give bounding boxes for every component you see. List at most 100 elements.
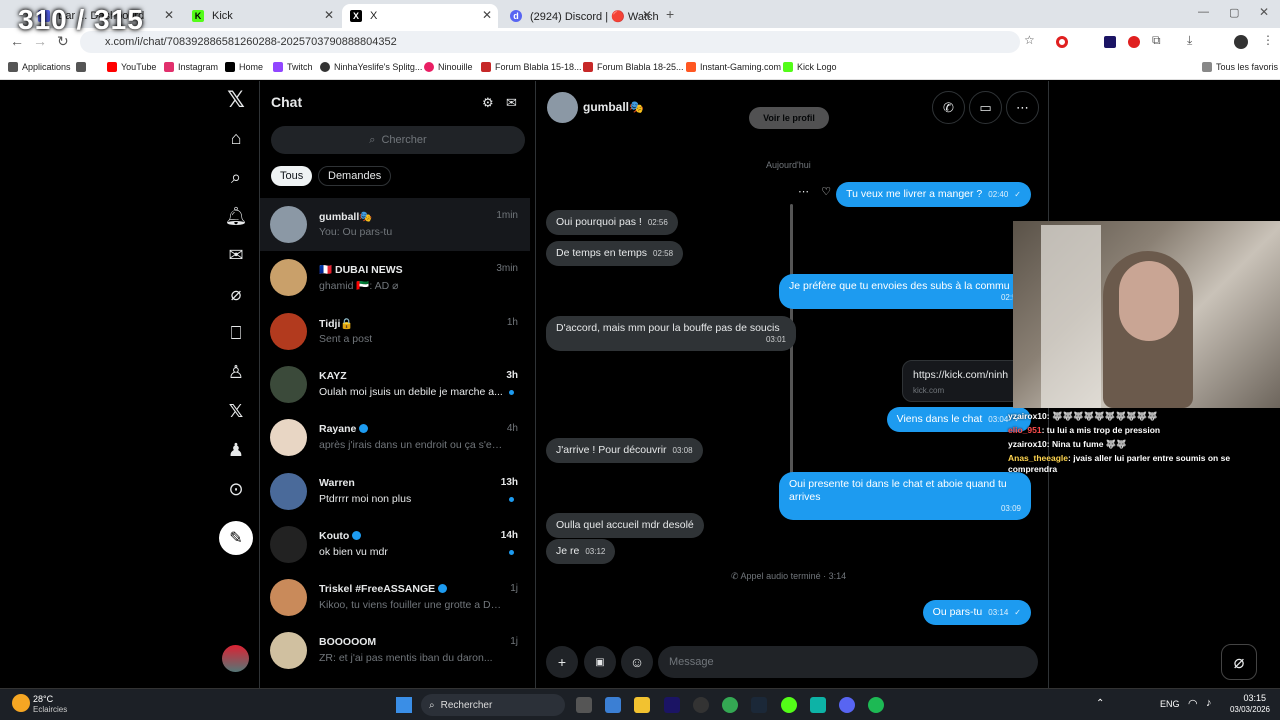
contact-name[interactable]: gumball🎭 bbox=[583, 100, 644, 114]
clock-time[interactable]: 03:15 bbox=[1226, 693, 1266, 703]
more-circle-icon[interactable]: ⊙ bbox=[224, 477, 248, 501]
bookmarks-icon[interactable]: ⎕ bbox=[224, 321, 248, 345]
bookmark-item[interactable]: Forum Blabla 15-18... bbox=[481, 62, 582, 72]
account-avatar[interactable] bbox=[222, 645, 249, 672]
bookmark-item[interactable]: Forum Blabla 18-25... bbox=[583, 62, 684, 72]
sent-message[interactable]: Ou pars-tu 03:14 ✓ bbox=[922, 600, 1031, 625]
task-view-icon[interactable] bbox=[576, 697, 592, 713]
conversation-row[interactable]: Warren 13h Ptdrrrr moi non plus bbox=[260, 465, 530, 518]
conversation-row[interactable]: Rayane 4h après j'irais dans un endroit ou… bbox=[260, 411, 530, 464]
emoji-button[interactable]: ☺ bbox=[621, 646, 653, 678]
windows-start-icon[interactable] bbox=[396, 697, 412, 713]
received-message[interactable]: D'accord, mais mm pour la bouffe pas de … bbox=[546, 316, 796, 351]
sent-message[interactable]: Je préfère que tu envoies des subs à la … bbox=[779, 274, 1031, 309]
browser-tab-discord[interactable]: d (2924) Discord | 🔴 Watchparty... ✕ bbox=[502, 4, 658, 28]
extension-icon[interactable] bbox=[1128, 36, 1140, 48]
maximize-button[interactable]: ▢ bbox=[1229, 6, 1239, 19]
sent-message[interactable]: Oui presente toi dans le chat et aboie q… bbox=[779, 472, 1031, 520]
close-icon[interactable]: ✕ bbox=[482, 8, 492, 22]
bookmark-item[interactable]: Home bbox=[225, 62, 263, 72]
react-icon[interactable]: ♡ bbox=[821, 186, 831, 198]
conversation-row[interactable]: BOOOOOM 1j ZR: et j'ai pas mentis iban du … bbox=[260, 624, 530, 677]
filter-all-tab[interactable]: Tous bbox=[271, 166, 313, 186]
url-input[interactable]: x.com/i/chat/708392886581260288-20257037… bbox=[80, 31, 1020, 53]
more-options-icon[interactable]: ⋯ bbox=[798, 186, 809, 198]
download-icon[interactable]: ⤓ bbox=[1187, 33, 1192, 48]
add-attachment-button[interactable]: + bbox=[546, 646, 578, 678]
obs-icon[interactable] bbox=[693, 697, 709, 713]
received-message[interactable]: Je re 03:12 bbox=[546, 539, 616, 564]
bookmark-item[interactable]: Twitch bbox=[273, 62, 313, 72]
minimize-button[interactable]: — bbox=[1198, 6, 1209, 18]
star-icon[interactable]: ☆ bbox=[1024, 33, 1035, 47]
bookmark-item[interactable]: Kick Logo bbox=[783, 62, 837, 72]
bookmark-item[interactable]: NinhaYeslife's Splitg... bbox=[320, 62, 422, 72]
bookmark-item[interactable]: Applications bbox=[8, 62, 71, 72]
message-input[interactable]: Message bbox=[658, 646, 1038, 678]
video-call-icon[interactable]: ▭ bbox=[969, 91, 1002, 124]
bookmark-item[interactable]: Ninouille bbox=[424, 62, 473, 72]
puzzle-icon[interactable]: ⧉ bbox=[1152, 33, 1161, 48]
browser-tab-kick[interactable]: K Kick ✕ bbox=[184, 4, 340, 28]
close-icon[interactable]: ✕ bbox=[324, 8, 334, 22]
phone-call-icon[interactable]: ✆ bbox=[932, 91, 965, 124]
search-icon[interactable]: ⌕ bbox=[224, 165, 248, 189]
sent-message[interactable]: Tu veux me livrer a manger ? 02:40 ✓ bbox=[836, 182, 1031, 207]
profile-avatar[interactable] bbox=[1234, 35, 1248, 49]
received-message[interactable]: Oulla quel accueil mdr desolé bbox=[546, 513, 704, 538]
file-explorer-icon[interactable] bbox=[634, 697, 650, 713]
close-icon[interactable]: ✕ bbox=[642, 8, 652, 22]
conversation-row[interactable]: 🇫🇷 DUBAI NEWS 3min ghamid 🇦🇪: AD ⌀ bbox=[260, 251, 530, 304]
bookmark-item[interactable]: YouTube bbox=[107, 62, 156, 72]
close-window-button[interactable]: ✕ bbox=[1259, 5, 1269, 19]
conversation-row[interactable]: Tidji🔒 1h Sent a post bbox=[260, 305, 530, 358]
opera-extension-icon[interactable] bbox=[1056, 36, 1068, 48]
message-actions[interactable]: ⋯ ♡ bbox=[798, 185, 831, 198]
browser-tab-x[interactable]: X X ✕ bbox=[342, 4, 498, 28]
conversation-row[interactable]: gumball🎭 1min You: Ou pars-tu bbox=[260, 198, 530, 251]
kick-icon[interactable] bbox=[781, 697, 797, 713]
jobs-icon[interactable]: ♙ bbox=[224, 360, 248, 384]
new-tab-button[interactable]: + bbox=[666, 6, 674, 22]
weather-icon[interactable] bbox=[12, 694, 30, 712]
spotify-icon[interactable] bbox=[868, 697, 884, 713]
view-profile-button[interactable]: Voir le profil bbox=[749, 107, 829, 129]
compose-post-button[interactable]: ✎ bbox=[219, 521, 253, 555]
filter-requests-tab[interactable]: Demandes bbox=[318, 166, 392, 186]
grok-floating-icon[interactable]: ⌀ bbox=[1221, 644, 1257, 680]
conversation-row[interactable]: KAYZ 3h Oulah moi jsuis un debile je march… bbox=[260, 358, 530, 411]
profile-person-icon[interactable]: ♟ bbox=[224, 438, 248, 462]
premium-x-icon[interactable]: 𝕏 bbox=[224, 399, 248, 423]
discord-icon[interactable] bbox=[839, 697, 855, 713]
conversation-row[interactable]: Kouto 14h ok bien vu mdr bbox=[260, 518, 530, 571]
language-indicator[interactable]: ENG bbox=[1160, 699, 1180, 709]
messages-envelope-icon[interactable]: ✉ bbox=[224, 243, 248, 267]
received-message[interactable]: Oui pourquoi pas ! 02:56 bbox=[546, 210, 678, 235]
gif-button[interactable]: ▣ bbox=[584, 646, 616, 678]
close-icon[interactable]: ✕ bbox=[164, 8, 174, 22]
contact-avatar[interactable] bbox=[547, 92, 578, 123]
home-icon[interactable]: ⌂ bbox=[224, 126, 248, 150]
grok-icon[interactable]: ⌀ bbox=[224, 282, 248, 306]
streamlabs-icon[interactable] bbox=[810, 697, 826, 713]
all-bookmarks[interactable]: Tous les favoris bbox=[1202, 62, 1278, 72]
speaker-icon[interactable]: ♪ bbox=[1206, 697, 1212, 709]
bookmark-item[interactable]: Instagram bbox=[164, 62, 218, 72]
wifi-icon[interactable]: ◠ bbox=[1188, 697, 1198, 710]
chevron-up-icon[interactable]: ⌃ bbox=[1096, 698, 1104, 709]
gear-icon[interactable]: ⚙ bbox=[482, 95, 494, 111]
taskbar-search[interactable]: ⌕ Rechercher bbox=[421, 694, 565, 716]
received-message[interactable]: J'arrive ! Pour découvrir 03:08 bbox=[546, 438, 703, 463]
steam-icon[interactable] bbox=[751, 697, 767, 713]
extension-icon[interactable] bbox=[1104, 36, 1116, 48]
received-message[interactable]: De temps en temps 02:58 bbox=[546, 241, 684, 266]
widgets-icon[interactable] bbox=[605, 697, 621, 713]
more-options-icon[interactable]: ⋯ bbox=[1006, 91, 1039, 124]
chrome-icon[interactable] bbox=[722, 697, 738, 713]
premiere-icon[interactable] bbox=[664, 697, 680, 713]
bookmark-item[interactable]: Instant-Gaming.com bbox=[686, 62, 781, 72]
x-logo-icon[interactable]: 𝕏 bbox=[224, 87, 248, 112]
conversation-row[interactable]: Triskel #FreeASSANGE 1j Kikoo, tu viens fo… bbox=[260, 571, 530, 624]
bookmark-grid[interactable] bbox=[76, 62, 90, 72]
search-input[interactable]: ⌕ Chercher bbox=[271, 126, 525, 154]
